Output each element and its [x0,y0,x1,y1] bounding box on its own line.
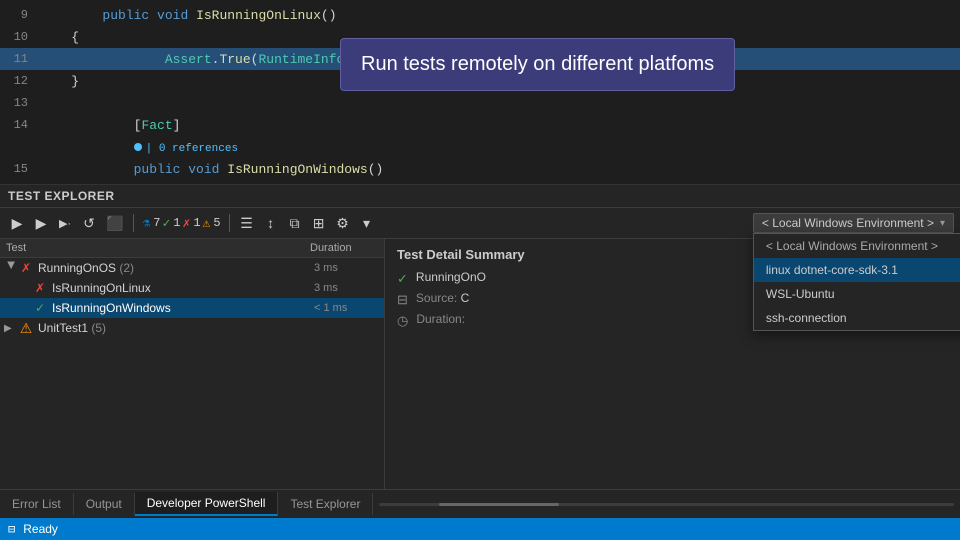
dropdown-linux-label: linux dotnet-core-sdk-3.1 [766,263,898,277]
run-btn[interactable]: ▶ [30,212,52,234]
fail-icon-group: ✗ [18,260,34,276]
item-duration-runningonos: 3 ms [310,262,380,274]
collapse-icon: ▶ [6,261,17,275]
tab-test-explorer[interactable]: Test Explorer [278,493,373,515]
tab-error-list[interactable]: Error List [0,493,74,515]
filter-btn[interactable]: ☰ [236,212,258,234]
warn-icon-unittest1: ⚠ [18,320,34,336]
sort-btn[interactable]: ↕ [260,212,282,234]
status-bar: ⊟ Ready [0,518,960,540]
code-line-9: 9 public void IsRunningOnLinux() [0,4,960,26]
tab-scrollbar-thumb[interactable] [439,503,559,506]
detail-source-label: Source: C [416,291,469,305]
dropdown-wsl-label: WSL-Ubuntu [766,287,835,301]
tooltip-text: Run tests remotely on different platfoms [361,53,714,75]
dropdown-item-ssh[interactable]: ssh-connection [754,306,960,330]
test-tree: Test Duration ▶ ✗ RunningOnOS (2) 3 ms ✗ [0,239,385,489]
toolbar: ▶ ▶ ▶· ↺ ⬛ ⚗ 7 ✓ 1 ✗ 1 ⚠ 5 ☰ [0,208,960,239]
badge-total: ⚗ 7 [142,216,160,231]
tab-developer-powershell[interactable]: Developer PowerShell [135,492,279,516]
env-label: < Local Windows Environment > [762,216,934,230]
tooltip-box: Run tests remotely on different platfoms [340,38,735,91]
tree-item-linux[interactable]: ✗ IsRunningOnLinux 3 ms [0,278,384,298]
badge-passed: ✓ 1 [162,216,180,231]
bottom-bar: Error List Output Developer PowerShell T… [0,489,960,540]
separator-2 [229,214,230,232]
stop-btn[interactable]: ⬛ [102,212,127,234]
source-icon: ⊟ [397,292,408,308]
status-text: Ready [23,522,58,536]
run-all-btn[interactable]: ▶ [6,212,28,234]
tab-bar: Error List Output Developer PowerShell T… [0,490,960,518]
tab-output[interactable]: Output [74,493,135,515]
col-test: Test [0,239,304,257]
expand-icon: ▶ [4,323,18,334]
status-square-icon: ⊟ [8,522,15,537]
item-label-runningonos: RunningOnOS [38,261,119,275]
dropdown-ssh-label: ssh-connection [766,311,847,325]
item-duration-windows: < 1 ms [310,302,380,314]
dropdown-header-label: < Local Windows Environment > [766,239,938,253]
dropdown-item-header[interactable]: < Local Windows Environment > [754,234,960,258]
env-dropdown-btn[interactable]: < Local Windows Environment > ▾ [753,213,954,233]
badge-group: ⚗ 7 ✓ 1 ✗ 1 ⚠ 5 [142,216,220,231]
chevron-down-icon: ▾ [940,218,945,229]
group-btn[interactable]: ⧉ [284,212,306,234]
run-debug-btn[interactable]: ▶· [54,212,76,234]
dropdown-item-linux[interactable]: linux dotnet-core-sdk-3.1 [754,258,960,282]
tree-items: ▶ ✗ RunningOnOS (2) 3 ms ✗ IsRunningOnLi… [0,258,384,489]
fail-icon-linux: ✗ [32,280,48,296]
check-icon: ✓ [162,216,170,231]
test-explorer-panel: Test Explorer ▶ ▶ ▶· ↺ ⬛ ⚗ 7 ✓ 1 ✗ 1 ⚠ [0,185,960,489]
warn-icon: ⚠ [203,216,211,231]
flask-icon: ⚗ [142,216,150,231]
dropdown-item-wsl[interactable]: WSL-Ubuntu [754,282,960,306]
item-label-unittest1: UnitTest1 [38,321,91,335]
settings-btn[interactable]: ⚙ [332,212,354,234]
tree-item-windows[interactable]: ✓ IsRunningOnWindows < 1 ms [0,298,384,318]
detail-running-label: RunningOnO [416,270,486,284]
col-duration: Duration [304,239,384,257]
badge-failed: ✗ 1 [183,216,201,231]
panel-title: Test Explorer [0,185,960,208]
tree-item-runningonos[interactable]: ▶ ✗ RunningOnOS (2) 3 ms [0,258,384,278]
more-btn[interactable]: ▾ [356,212,378,234]
tab-scrollbar-track [379,503,954,506]
refresh-btn[interactable]: ↺ [78,212,100,234]
badge-warn: ⚠ 5 [203,216,221,231]
env-dropdown-menu: < Local Windows Environment > linux dotn… [753,233,960,331]
layout-btn[interactable]: ⊞ [308,212,330,234]
code-lines: 9 public void IsRunningOnLinux() 10 { 11… [0,0,960,185]
separator-1 [133,214,134,232]
pass-icon-windows: ✓ [32,300,48,316]
tab-scrollbar-area [373,503,960,506]
clock-icon: ◷ [397,313,408,329]
tree-item-unittest1[interactable]: ▶ ⚠ UnitTest1 (5) [0,318,384,338]
env-dropdown[interactable]: < Local Windows Environment > ▾ < Local … [753,213,954,233]
status-icon: ⊟ [8,522,15,537]
tree-header: Test Duration [0,239,384,258]
detail-duration-label: Duration: [416,312,465,326]
code-line-16: 16 { [0,180,960,185]
pass-icon-detail: ✓ [397,271,408,287]
item-label-linux: IsRunningOnLinux [52,281,310,295]
code-line-15: 15 public void IsRunningOnWindows() [0,158,960,180]
error-icon: ✗ [183,216,191,231]
item-label-windows: IsRunningOnWindows [52,301,310,315]
item-duration-linux: 3 ms [310,282,380,294]
code-editor: 9 public void IsRunningOnLinux() 10 { 11… [0,0,960,185]
